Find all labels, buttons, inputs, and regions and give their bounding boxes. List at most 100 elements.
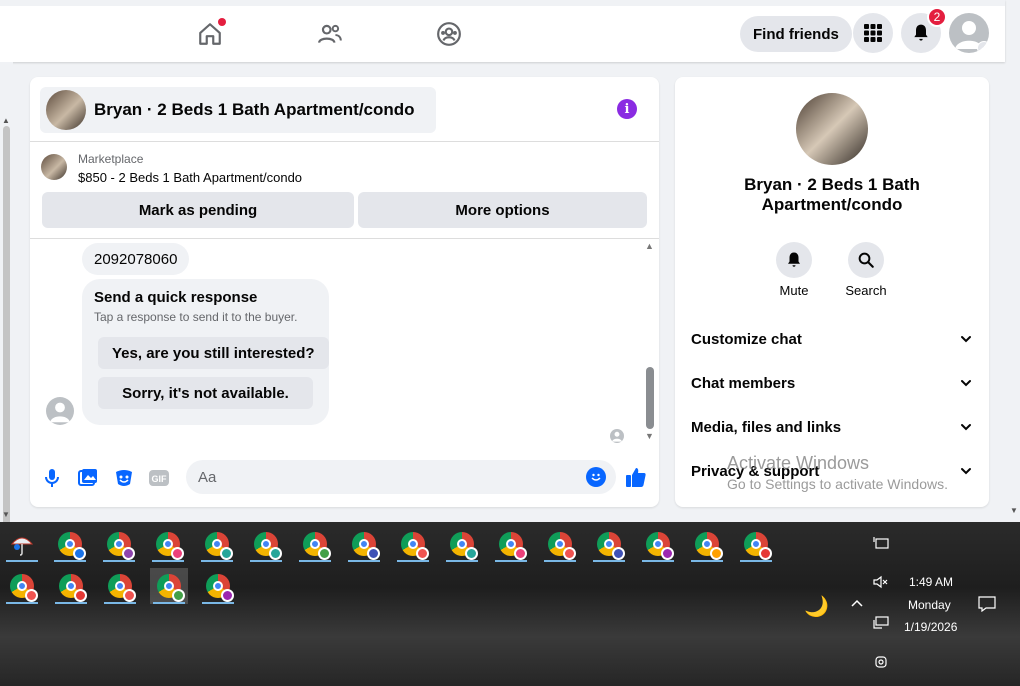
volume-muted-icon[interactable]: [873, 575, 889, 592]
account-avatar[interactable]: ⌄: [949, 13, 989, 53]
chrome-icon: [303, 532, 331, 560]
quick-response-subtitle: Tap a response to send it to the buyer.: [94, 310, 298, 324]
open-window-indicator: [104, 602, 136, 604]
search-button[interactable]: [848, 242, 884, 278]
chat-members-row[interactable]: Chat members: [691, 371, 973, 395]
taskbar-chrome-window[interactable]: [345, 526, 383, 562]
chat-title: Bryan · 2 Beds 1 Bath Apartment/condo: [94, 100, 415, 119]
chat-scrollbar[interactable]: ▲ ▼: [644, 241, 656, 441]
chrome-icon: [59, 574, 87, 602]
scroll-up-arrow-icon[interactable]: ▲: [2, 116, 10, 125]
profile-badge-icon: [465, 547, 478, 560]
profile-badge-icon: [221, 589, 234, 602]
menu-button[interactable]: [853, 13, 893, 53]
quick-response-option-not-available[interactable]: Sorry, it's not available.: [98, 377, 313, 409]
photo-icon[interactable]: [77, 467, 99, 489]
find-friends-button[interactable]: Find friends: [740, 16, 852, 52]
taskbar-chrome-window[interactable]: [394, 526, 432, 562]
taskbar-chrome-window[interactable]: [101, 568, 139, 604]
chrome-icon: [352, 532, 380, 560]
open-window-indicator: [54, 560, 86, 562]
meet-now-icon[interactable]: [873, 655, 889, 672]
conversation-name: Bryan · 2 Beds 1 Bath Apartment/condo: [744, 175, 920, 214]
quick-response-option-interested[interactable]: Yes, are you still interested?: [98, 337, 329, 369]
taskbar-chrome-window[interactable]: [51, 526, 89, 562]
chat-scroll-down-icon[interactable]: ▼: [645, 431, 654, 441]
groups-icon[interactable]: [435, 20, 463, 48]
taskbar-chrome-window[interactable]: [199, 568, 237, 604]
chevron-up-icon[interactable]: [850, 596, 864, 613]
mark-as-pending-button[interactable]: Mark as pending: [42, 192, 354, 228]
notifications-button[interactable]: 2: [901, 7, 947, 53]
taskbar-chrome-window[interactable]: [52, 568, 90, 604]
action-center-icon[interactable]: [978, 596, 996, 615]
section-label: Chat members: [691, 374, 796, 392]
clock-day[interactable]: Monday: [908, 598, 951, 612]
sticker-icon[interactable]: [113, 467, 135, 489]
chevron-down-icon: [961, 336, 971, 343]
chat-scroll-thumb[interactable]: [646, 367, 654, 429]
open-window-indicator: [250, 560, 282, 562]
taskbar-chrome-window[interactable]: [247, 526, 285, 562]
chrome-icon: [205, 532, 233, 560]
open-window-indicator: [642, 560, 674, 562]
more-options-button[interactable]: More options: [358, 192, 647, 228]
divider: [30, 141, 659, 142]
taskbar-chrome-window[interactable]: [198, 526, 236, 562]
section-label: Customize chat: [691, 330, 802, 348]
customize-chat-row[interactable]: Customize chat: [691, 327, 973, 351]
network-icon[interactable]: [873, 616, 889, 633]
taskbar-chrome-window[interactable]: [541, 526, 579, 562]
chrome-icon: [597, 532, 625, 560]
message-input[interactable]: Aa: [186, 460, 616, 494]
tablet-mode-icon[interactable]: [873, 536, 889, 553]
taskbar-chrome-window[interactable]: [443, 526, 481, 562]
profile-badge-icon: [171, 547, 184, 560]
open-window-indicator: [103, 560, 135, 562]
chrome-icon: [206, 574, 234, 602]
night-light-icon[interactable]: 🌙: [804, 594, 829, 619]
chat-panel: Bryan · 2 Beds 1 Bath Apartment/condo i …: [30, 77, 659, 507]
home-icon[interactable]: [196, 18, 226, 48]
scroll-down-arrow-icon[interactable]: ▼: [2, 510, 10, 519]
friends-icon[interactable]: [316, 20, 344, 48]
thumbs-up-icon[interactable]: [625, 466, 647, 488]
taskbar-chrome-window[interactable]: [737, 526, 775, 562]
taskbar-chrome-window[interactable]: [639, 526, 677, 562]
chrome-icon: [254, 532, 282, 560]
chrome-icon: [107, 532, 135, 560]
listing-price-title[interactable]: $850 - 2 Beds 1 Bath Apartment/condo: [78, 170, 302, 185]
profile-badge-icon: [759, 547, 772, 560]
taskbar-chrome-window[interactable]: [590, 526, 628, 562]
taskbar-chrome-window[interactable]: [100, 526, 138, 562]
media-files-links-row[interactable]: Media, files and links: [691, 415, 973, 439]
taskbar-chrome-window[interactable]: [149, 526, 187, 562]
chat-scroll-up-icon[interactable]: ▲: [645, 241, 654, 251]
page-scrollbar[interactable]: ▲ ▼: [0, 62, 13, 552]
info-icon[interactable]: i: [617, 99, 637, 119]
right-scrollbar[interactable]: ▼: [1008, 62, 1020, 522]
marketplace-listing-thumbnail: [41, 154, 67, 180]
profile-badge-icon: [122, 547, 135, 560]
privacy-support-row[interactable]: Privacy & support: [691, 459, 973, 483]
clock-date[interactable]: 1/19/2026: [904, 620, 957, 634]
page-scroll-thumb[interactable]: [3, 126, 10, 552]
chrome-icon: [646, 532, 674, 560]
microphone-icon[interactable]: [41, 467, 63, 489]
gif-icon[interactable]: GIF: [148, 467, 170, 489]
clock-time[interactable]: 1:49 AM: [909, 575, 953, 589]
emoji-icon[interactable]: [586, 467, 606, 487]
taskbar-app-umbrella[interactable]: [3, 526, 41, 562]
taskbar-chrome-window[interactable]: [688, 526, 726, 562]
taskbar-chrome-window[interactable]: [150, 568, 188, 604]
mute-button[interactable]: [776, 242, 812, 278]
chrome-icon: [401, 532, 429, 560]
taskbar-chrome-window[interactable]: [296, 526, 334, 562]
taskbar-chrome-window[interactable]: [3, 568, 41, 604]
notification-badge: 2: [927, 7, 947, 27]
chat-header[interactable]: Bryan · 2 Beds 1 Bath Apartment/condo: [40, 87, 436, 133]
listing-avatar: [46, 90, 86, 130]
section-label: Privacy & support: [691, 462, 820, 480]
right-scroll-down-arrow-icon[interactable]: ▼: [1010, 506, 1018, 515]
taskbar-chrome-window[interactable]: [492, 526, 530, 562]
